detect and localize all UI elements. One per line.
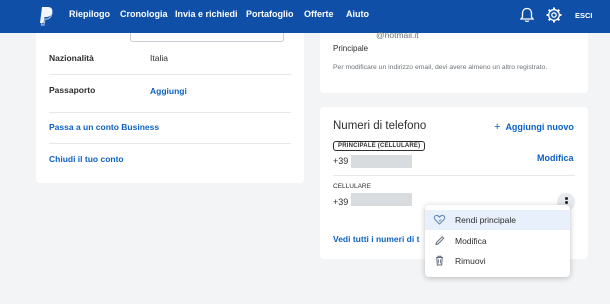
divider [49, 143, 291, 144]
trash-icon [436, 255, 443, 266]
profile-field-partial [130, 33, 284, 42]
gear-icon[interactable] [545, 6, 563, 24]
see-all-phones-link[interactable]: Vedi tutti i numeri di t [333, 234, 419, 244]
menu-item-make-primary[interactable]: Rendi principale [425, 210, 570, 230]
menu-item-label: Modifica [455, 236, 487, 246]
heart-icon [433, 214, 446, 225]
menu-item-label: Rendi principale [455, 215, 516, 225]
kebab-dot [565, 197, 568, 200]
secondary-phone-type: CELLULARE [333, 183, 371, 190]
top-nav: Riepilogo Cronologia Invia e richiedi Po… [0, 0, 610, 33]
nav-portafoglio[interactable]: Portafoglio [246, 9, 294, 19]
add-phone-button[interactable]: + Aggiungi nuovo [494, 121, 574, 133]
nav-aiuto[interactable]: Aiuto [346, 9, 369, 19]
pencil-icon [435, 236, 445, 246]
paypal-logo[interactable] [38, 6, 54, 26]
menu-item-remove[interactable]: Rimuovi [425, 251, 570, 271]
primary-phone-badge: PRINCIPALE (CELLULARE) [333, 141, 426, 151]
nationality-value: Italia [150, 53, 168, 63]
nav-cronologia[interactable]: Cronologia [120, 9, 168, 19]
menu-item-edit[interactable]: Modifica [425, 231, 570, 251]
email-primary-label: Principale [333, 44, 369, 53]
secondary-phone-number-masked [351, 193, 412, 206]
nav-riepilogo[interactable]: Riepilogo [69, 9, 110, 19]
secondary-phone-prefix: +39 [333, 197, 349, 207]
kebab-dot [565, 201, 568, 204]
passport-label: Passaporto [49, 85, 96, 95]
divider [49, 112, 291, 113]
profile-card: Nazionalità Italia Passaporto Aggiungi P… [36, 33, 304, 183]
divider [49, 74, 291, 75]
plus-icon: + [494, 121, 501, 133]
nav-invia-richiedi[interactable]: Invia e richiedi [175, 9, 238, 19]
add-passport-link[interactable]: Aggiungi [150, 86, 187, 96]
primary-phone-number-masked [351, 155, 412, 168]
phone-section-title: Numeri di telefono [333, 120, 427, 132]
email-address: @hotmail.it [376, 30, 419, 40]
bell-icon[interactable] [518, 6, 536, 24]
phone-options-menu: Rendi principale Modifica Rimuovi [425, 205, 570, 277]
primary-phone-prefix: +39 [333, 156, 349, 166]
email-hint-text: Per modificare un indirizzo email, devi … [333, 64, 548, 71]
divider [333, 175, 575, 176]
close-account-link[interactable]: Chiudi il tuo conto [49, 154, 124, 164]
business-account-link[interactable]: Passa a un conto Business [49, 122, 159, 132]
edit-primary-phone-link[interactable]: Modifica [537, 153, 574, 163]
nationality-label: Nazionalità [49, 53, 94, 63]
menu-item-label: Rimuovi [455, 256, 486, 266]
logout-button[interactable]: ESCI [575, 11, 593, 20]
email-card: @hotmail.it Principale Per modificare un… [320, 30, 588, 93]
nav-offerte[interactable]: Offerte [304, 9, 334, 19]
add-phone-label: Aggiungi nuovo [505, 122, 574, 132]
